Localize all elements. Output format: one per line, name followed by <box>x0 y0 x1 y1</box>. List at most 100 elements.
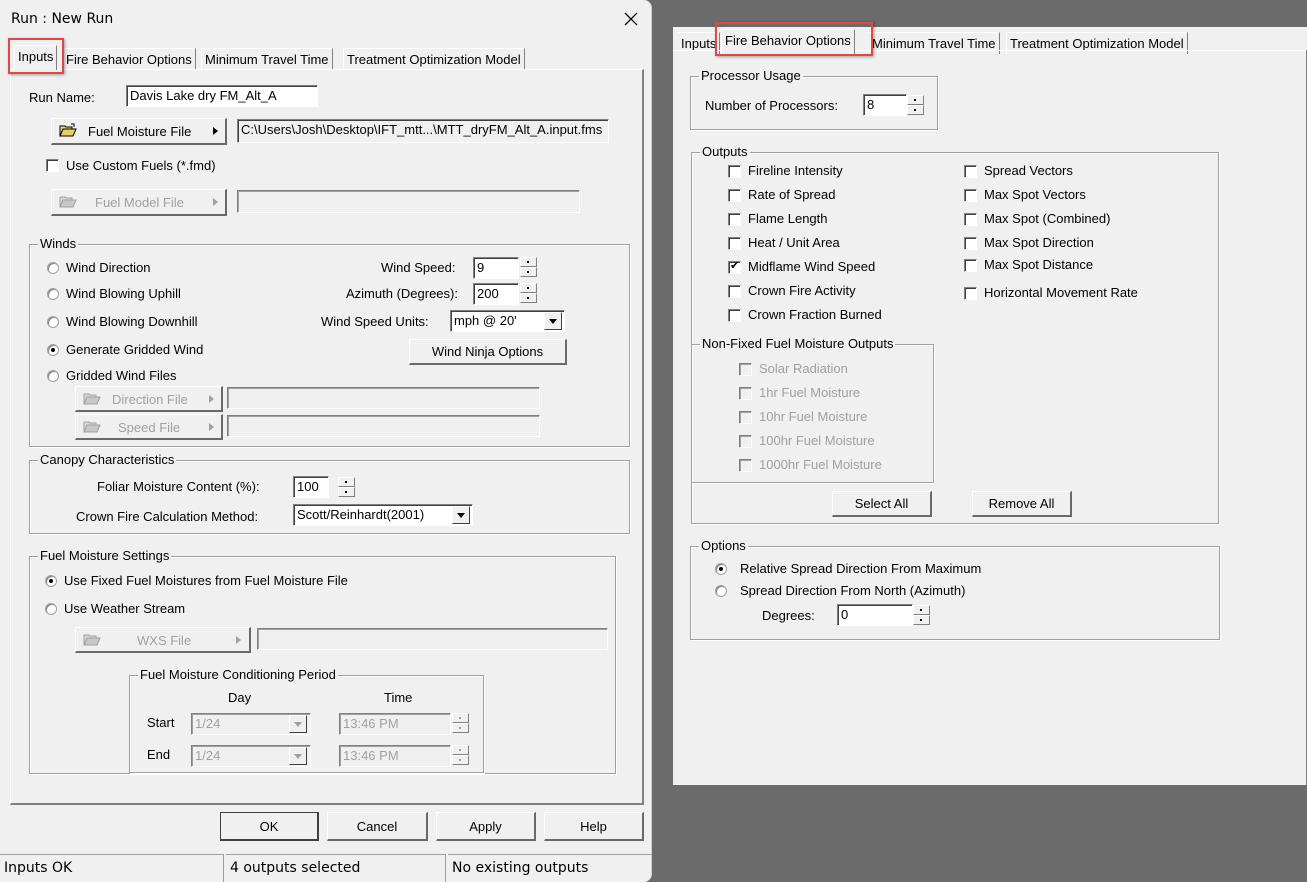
output-checkbox[interactable] <box>728 165 741 178</box>
wind-speed-input[interactable]: 9 <box>473 257 519 279</box>
output-checkbox[interactable] <box>728 189 741 202</box>
tab-label: Inputs <box>681 36 717 51</box>
apply-button[interactable]: Apply <box>436 812 536 841</box>
fuel-moisture-path-field[interactable]: C:\Users\Josh\Desktop\IFT_mtt...\MTT_dry… <box>237 119 609 143</box>
non-fixed-outputs-title: Non-Fixed Fuel Moisture Outputs <box>700 336 896 352</box>
cancel-button[interactable]: Cancel <box>327 812 428 841</box>
select-all-button[interactable]: Select All <box>832 491 932 517</box>
chevron-down-icon[interactable] <box>544 312 562 330</box>
non-fixed-output-label: 10hr Fuel Moisture <box>759 409 868 424</box>
use-fixed-moistures-radio[interactable] <box>45 575 57 587</box>
use-custom-fuels-checkbox[interactable] <box>46 159 59 172</box>
output-checkbox[interactable] <box>964 165 977 178</box>
direction-file-path-field[interactable] <box>227 387 540 409</box>
generate-gridded-wind-radio[interactable] <box>47 344 59 356</box>
output-checkbox[interactable] <box>964 237 977 250</box>
fuel-model-path-field[interactable] <box>237 190 580 213</box>
wind-direction-radio[interactable] <box>47 262 59 274</box>
output-label: Crown Fire Activity <box>748 283 856 298</box>
relative-spread-direction-label: Relative Spread Direction From Maximum <box>740 561 982 576</box>
foliar-moisture-spinner[interactable] <box>338 477 355 497</box>
output-checkbox[interactable] <box>728 213 741 226</box>
number-of-processors-input[interactable]: 8 <box>863 94 907 116</box>
tab-fire-behavior-options[interactable]: Fire Behavior Options <box>721 29 855 54</box>
crown-method-value: Scott/Reinhardt(2001) <box>297 507 425 522</box>
run-name-input[interactable]: Davis Lake dry FM_Alt_A <box>126 85 318 107</box>
degrees-spinner[interactable] <box>913 605 930 625</box>
non-fixed-outputs-group: Non-Fixed Fuel Moisture Outputs Solar Ra… <box>691 336 934 483</box>
tab-treatment-optimization-model[interactable]: Treatment Optimization Model <box>343 48 525 70</box>
degrees-input[interactable]: 0 <box>837 604 913 626</box>
wind-speed-spinner[interactable] <box>520 257 537 277</box>
tab-inputs[interactable]: Inputs <box>14 45 58 70</box>
speed-file-path-field[interactable] <box>227 415 540 437</box>
direction-file-button[interactable]: Direction File <box>75 386 223 412</box>
output-checkbox[interactable] <box>964 259 977 272</box>
wind-uphill-radio[interactable] <box>47 288 59 300</box>
close-icon[interactable] <box>620 8 642 30</box>
relative-spread-direction-radio[interactable] <box>715 563 727 575</box>
folder-open-icon <box>83 421 101 433</box>
azimuth-spinner[interactable] <box>520 283 537 303</box>
non-fixed-output-checkbox[interactable] <box>739 435 752 448</box>
help-button[interactable]: Help <box>544 812 644 841</box>
wind-downhill-radio[interactable] <box>47 316 59 328</box>
output-checkbox[interactable] <box>728 237 741 250</box>
fuel-moisture-file-button[interactable]: Fuel Moisture File <box>51 118 227 145</box>
chevron-down-icon[interactable] <box>452 506 470 524</box>
end-time-input[interactable]: 13:46 PM <box>339 745 451 767</box>
remove-all-button[interactable]: Remove All <box>972 491 1072 517</box>
end-time-spinner[interactable] <box>452 745 469 765</box>
output-checkbox[interactable] <box>728 309 741 322</box>
azimuth-input[interactable]: 200 <box>473 283 519 305</box>
output-checkbox[interactable] <box>964 213 977 226</box>
non-fixed-output-checkbox[interactable] <box>739 363 752 376</box>
folder-open-icon <box>83 393 101 405</box>
output-label: Max Spot Direction <box>984 235 1094 250</box>
status-existing-outputs: No existing outputs <box>448 854 652 882</box>
speed-file-button[interactable]: Speed File <box>75 414 223 440</box>
tab-minimum-travel-time[interactable]: Minimum Travel Time <box>201 48 333 70</box>
output-checkbox[interactable] <box>964 189 977 202</box>
fuel-moisture-settings-title: Fuel Moisture Settings <box>38 548 172 564</box>
wxs-path-field[interactable] <box>257 628 608 650</box>
non-fixed-output-checkbox[interactable] <box>739 411 752 424</box>
day-header: Day <box>228 690 252 705</box>
output-label: Max Spot Vectors <box>984 187 1086 202</box>
ok-button[interactable]: OK <box>220 812 319 841</box>
wind-speed-units-label: Wind Speed Units: <box>321 314 429 329</box>
use-weather-stream-radio[interactable] <box>45 603 57 615</box>
wxs-file-button[interactable]: WXS File <box>75 627 251 653</box>
use-weather-stream-label: Use Weather Stream <box>64 601 186 616</box>
run-dialog: Run : New Run Inputs Fire Behavior Optio… <box>0 0 652 882</box>
non-fixed-output-label: 1000hr Fuel Moisture <box>759 457 882 472</box>
wind-speed-label: Wind Speed: <box>381 260 456 275</box>
non-fixed-output-checkbox[interactable] <box>739 459 752 472</box>
foliar-moisture-input[interactable]: 100 <box>293 476 329 498</box>
tab-fire-behavior-options[interactable]: Fire Behavior Options <box>62 48 196 70</box>
crown-method-select[interactable]: Scott/Reinhardt(2001) <box>293 504 473 526</box>
non-fixed-output-checkbox[interactable] <box>739 387 752 400</box>
folder-open-icon <box>59 196 77 208</box>
output-checkbox[interactable] <box>728 285 741 298</box>
fuel-model-file-button[interactable]: Fuel Model File <box>51 189 227 216</box>
start-time-input[interactable]: 13:46 PM <box>339 713 451 735</box>
title-bar: Run : New Run <box>0 0 652 38</box>
dialog-title: Run : New Run <box>11 11 114 27</box>
start-time-spinner[interactable] <box>452 713 469 733</box>
folder-open-icon <box>59 123 77 137</box>
chevron-down-icon[interactable] <box>289 715 307 733</box>
start-label: Start <box>147 715 175 730</box>
chevron-down-icon[interactable] <box>289 747 307 765</box>
output-checkbox[interactable] <box>964 287 977 300</box>
wind-ninja-options-button[interactable]: Wind Ninja Options <box>409 339 567 365</box>
number-of-processors-spinner[interactable] <box>907 95 924 115</box>
use-fixed-moistures-label: Use Fixed Fuel Moistures from Fuel Moist… <box>64 573 348 588</box>
non-fixed-output-label: 1hr Fuel Moisture <box>759 385 861 400</box>
tab-label: Fire Behavior Options <box>66 52 192 67</box>
spread-direction-north-radio[interactable] <box>715 585 727 597</box>
azimuth-label: Azimuth (Degrees): <box>346 286 458 301</box>
non-fixed-output-label: Solar Radiation <box>759 361 848 376</box>
gridded-wind-files-radio[interactable] <box>47 370 59 382</box>
output-checkbox[interactable]: ✔ <box>728 260 741 274</box>
